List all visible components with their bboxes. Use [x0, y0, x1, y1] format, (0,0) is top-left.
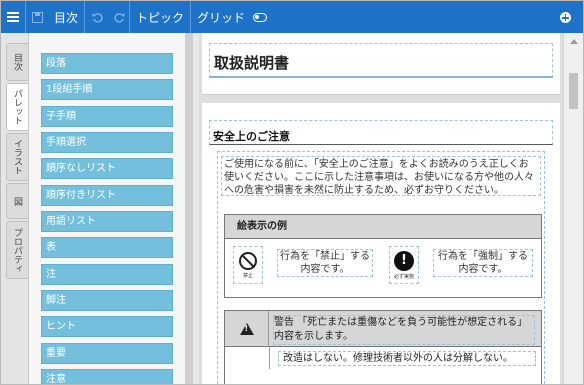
- palette-item-step-choice[interactable]: 手順選択: [41, 132, 173, 153]
- document-area: 取扱説明書 安全上のご注意 ご使用になる前に、「安全上のご注意」をよくお読みのう…: [199, 33, 563, 384]
- grid-button[interactable]: グリッド: [191, 9, 251, 26]
- save-icon[interactable]: [26, 1, 48, 33]
- menu-icon[interactable]: [1, 1, 25, 33]
- intro-paragraph[interactable]: ご使用になる前に、「安全上のご注意」をよくお読みのうえ正しくお使いください。ここ…: [221, 156, 541, 196]
- warning-row: 改造はしない。修理技術者以外の人は分解しない。: [269, 347, 541, 369]
- tab-label: パレット: [12, 89, 22, 125]
- palette-item-unordered-list[interactable]: 順序なしリスト: [41, 158, 173, 179]
- warning-text[interactable]: 警告 「死亡または重傷などを負う可能性が想定される」内容を示します。: [273, 315, 535, 345]
- tab-label: イラスト: [12, 139, 22, 175]
- toggle-icon[interactable]: [253, 12, 268, 22]
- document-scrollbar[interactable]: [563, 33, 583, 384]
- exclamation-icon: !: [394, 251, 414, 271]
- document-title[interactable]: 取扱説明書: [209, 43, 553, 78]
- document-page: 取扱説明書: [202, 33, 560, 95]
- force-caption: 必ず実施: [393, 274, 414, 280]
- palette-item-note[interactable]: 注: [41, 264, 173, 285]
- document-page: 安全上のご注意 ご使用になる前に、「安全上のご注意」をよくお読みのうえ正しくお使…: [202, 103, 560, 384]
- symbol-example-body: 禁止 行為を「禁止」する内容です。 ! 必ず実施 行為を「強制」する内容です。: [225, 239, 541, 297]
- palette-item-substep[interactable]: 子手順: [41, 106, 173, 127]
- tab-toc[interactable]: 目次: [6, 43, 28, 81]
- tab-label: 目次: [12, 53, 22, 71]
- tab-label: プロパティ: [12, 227, 22, 273]
- symbol-example-heading[interactable]: 絵表示の例: [225, 215, 541, 239]
- redo-icon[interactable]: [109, 1, 129, 33]
- tab-properties[interactable]: プロパティ: [6, 221, 28, 279]
- warning-icon: [239, 323, 254, 335]
- palette-item-paragraph[interactable]: 段落: [41, 53, 173, 74]
- palette-item-term-list[interactable]: 用語リスト: [41, 211, 173, 232]
- prohibit-caption: 禁止: [242, 273, 253, 279]
- tab-illustration[interactable]: イラスト: [6, 133, 28, 181]
- add-icon[interactable]: [560, 12, 571, 23]
- toc-button[interactable]: 目次: [48, 9, 84, 26]
- warning-item[interactable]: 改造はしない。修理技術者以外の人は分解しない。: [278, 351, 536, 366]
- palette-item-caution[interactable]: 注意: [41, 369, 173, 384]
- scroll-thumb[interactable]: [569, 73, 578, 109]
- prohibit-symbol[interactable]: 禁止: [233, 246, 263, 284]
- palette-item-ordered-list[interactable]: 順序付きリスト: [41, 185, 173, 206]
- prohibit-description[interactable]: 行為を「禁止」する内容です。: [277, 249, 373, 277]
- palette-item-hint[interactable]: ヒント: [41, 316, 173, 337]
- side-tab-bar: 目次 パレット イラスト 図 プロパティ: [1, 33, 29, 384]
- palette-item-footnote[interactable]: 脚注: [41, 290, 173, 311]
- section-heading[interactable]: 安全上のご注意: [209, 120, 553, 145]
- warning-table: 警告 「死亡または重傷などを負う可能性が想定される」内容を示します。 改造はしな…: [224, 310, 542, 384]
- topic-button[interactable]: トピック: [130, 9, 190, 26]
- palette-item-table[interactable]: 表: [41, 237, 173, 258]
- force-symbol[interactable]: ! 必ず実施: [389, 246, 419, 284]
- safety-section: ご使用になる前に、「安全上のご注意」をよくお読みのうえ正しくお使いください。ここ…: [217, 151, 545, 384]
- undo-icon[interactable]: [85, 1, 109, 33]
- palette-item-single-step[interactable]: 1段組手順: [41, 79, 173, 100]
- toolbar: 目次 トピック グリッド: [1, 1, 583, 33]
- force-description[interactable]: 行為を「強制」する内容です。: [433, 249, 533, 277]
- warning-header: 警告 「死亡または重傷などを負う可能性が想定される」内容を示します。: [225, 311, 541, 347]
- tab-figure[interactable]: 図: [6, 183, 28, 219]
- tab-label: 図: [12, 196, 22, 206]
- panel-splitter[interactable]: [192, 33, 199, 384]
- symbol-example-box: 絵表示の例 禁止 行為を「禁止」する内容です。 ! 必ず実施 行為を「強制」する…: [224, 214, 542, 298]
- prohibit-icon: [239, 252, 257, 270]
- palette-panel: 段落 1段組手順 子手順 手順選択 順序なしリスト 順序付きリスト 用語リスト …: [29, 33, 185, 384]
- tab-palette[interactable]: パレット: [6, 83, 28, 131]
- warning-cell: [225, 311, 269, 347]
- palette-item-important[interactable]: 重要: [41, 343, 173, 364]
- scroll-up-icon[interactable]: [570, 39, 578, 44]
- palette-scrollbar[interactable]: [185, 33, 192, 384]
- app-window: 目次 トピック グリッド 目次 パレット イラスト 図 プロパティ 段落 1段組…: [0, 0, 584, 385]
